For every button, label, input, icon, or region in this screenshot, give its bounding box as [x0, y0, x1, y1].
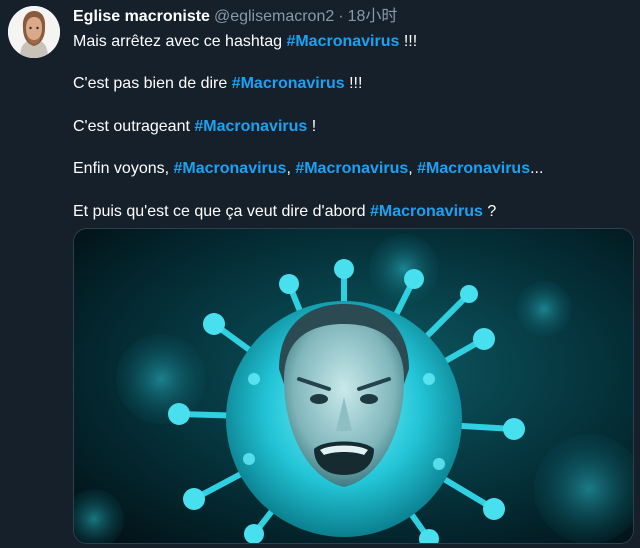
text-segment: ...: [530, 160, 544, 177]
hashtag-link[interactable]: #Macronavirus: [286, 33, 399, 50]
hashtag-link[interactable]: #Macronavirus: [370, 203, 483, 220]
tweet-line: Mais arrêtez avec ce hashtag #Macronavir…: [73, 31, 417, 53]
tweet-header: Eglise macroniste @eglisemacron2 · 18小时: [73, 6, 633, 28]
tweet-line: Et puis qu'est ce que ça veut dire d'abo…: [73, 201, 496, 223]
tweet-line: C'est pas bien de dire #Macronavirus !!!: [73, 73, 362, 95]
avatar-icon: [8, 6, 60, 58]
text-segment: ?: [482, 203, 497, 220]
hashtag-link[interactable]: #Macronavirus: [174, 160, 287, 177]
author-handle[interactable]: @eglisemacron2: [214, 8, 334, 25]
text-segment: Et puis qu'est ce que ça veut dire d'abo…: [73, 203, 370, 220]
hashtag-link[interactable]: #Macronavirus: [417, 160, 530, 177]
avatar[interactable]: [8, 6, 60, 58]
coronavirus-face-image: [74, 229, 633, 543]
text-segment: !: [307, 118, 317, 135]
text-segment: Mais arrêtez avec ce hashtag: [73, 33, 287, 50]
text-segment: !!!: [399, 33, 418, 50]
tweet-content: Eglise macroniste @eglisemacron2 · 18小时 Mai…: [73, 6, 633, 220]
tweet-timestamp[interactable]: 18小时: [348, 8, 398, 25]
separator-dot: ·: [338, 8, 344, 25]
text-segment: C'est outrageant: [73, 118, 195, 135]
tweet-line: C'est outrageant #Macronavirus !: [73, 116, 316, 138]
tweet-media[interactable]: [73, 228, 634, 544]
hashtag-link[interactable]: #Macronavirus: [295, 160, 408, 177]
text-segment: C'est pas bien de dire: [73, 75, 232, 92]
hashtag-link[interactable]: #Macronavirus: [232, 75, 345, 92]
tweet-line: Enfin voyons, #Macronavirus, #Macronavir…: [73, 160, 544, 177]
text-segment: !!!: [344, 75, 363, 92]
text-segment: Enfin voyons,: [73, 160, 174, 177]
author-name[interactable]: Eglise macroniste: [73, 8, 210, 25]
tweet[interactable]: Eglise macroniste @eglisemacron2 · 18小时 Mai…: [0, 0, 640, 548]
hashtag-link[interactable]: #Macronavirus: [194, 118, 307, 135]
